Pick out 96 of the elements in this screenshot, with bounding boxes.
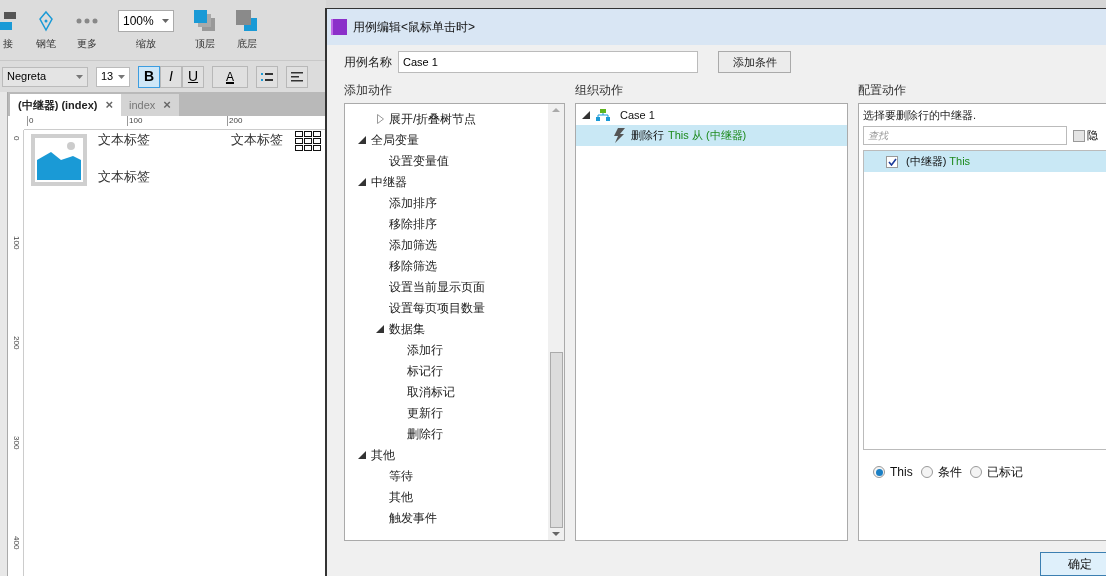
- expanded-triangle-icon[interactable]: [376, 324, 384, 333]
- action-tree-item[interactable]: 触发事件: [389, 508, 437, 527]
- underline-button[interactable]: U: [182, 65, 204, 88]
- action-tree-item[interactable]: 数据集: [389, 319, 425, 338]
- ruler-label: 300: [12, 436, 20, 450]
- action-tree-item[interactable]: 全局变量: [371, 130, 419, 149]
- text-label[interactable]: 文本标签: [98, 130, 150, 150]
- toolbar-label[interactable]: 接: [3, 35, 13, 51]
- toolbar-label[interactable]: 缩放: [136, 35, 156, 51]
- panel-heading: 配置动作: [858, 83, 907, 97]
- toolbar-label[interactable]: 更多: [77, 35, 97, 51]
- radio-button[interactable]: [920, 466, 933, 478]
- case-name-label: 用例名称: [344, 54, 392, 71]
- checkbox-label: 隐: [1087, 128, 1098, 144]
- action-tree-item[interactable]: 设置当前显示页面: [389, 277, 485, 296]
- action-tree-item[interactable]: 标记行: [407, 361, 443, 380]
- action-target: This 从 (中继器): [668, 128, 747, 144]
- toolbar-label[interactable]: 顶层: [195, 35, 215, 51]
- app-logo-icon: [331, 19, 347, 35]
- collapsed-triangle-icon[interactable]: [376, 113, 384, 124]
- action-tree-item[interactable]: 中继器: [371, 172, 407, 191]
- scroll-down-icon[interactable]: [552, 532, 560, 536]
- action-tree-item[interactable]: 删除行: [407, 424, 443, 443]
- more-icon: [76, 16, 98, 25]
- ruler-label: 100: [127, 116, 143, 126]
- zoom-select[interactable]: 100%: [118, 9, 174, 32]
- ruler-label: 200: [12, 336, 20, 350]
- radio-label: 已标记: [986, 464, 1023, 481]
- close-tab-button[interactable]: ×: [105, 95, 114, 115]
- expanded-triangle-icon[interactable]: [358, 450, 366, 459]
- panel-heading: 组织动作: [575, 83, 624, 97]
- italic-button[interactable]: I: [160, 65, 182, 88]
- ruler-label: 0: [12, 136, 20, 141]
- action-tree-item[interactable]: 等待: [389, 466, 413, 485]
- radio-button[interactable]: [969, 466, 982, 478]
- bullet-list-icon[interactable]: [256, 65, 278, 88]
- search-field[interactable]: 查找: [863, 126, 1067, 145]
- text-label[interactable]: 文本标签: [231, 130, 283, 150]
- repeater-target: This: [949, 154, 971, 170]
- align-left-icon[interactable]: [286, 65, 308, 88]
- ok-button[interactable]: 确定: [1040, 552, 1106, 576]
- repeater-row[interactable]: (中继器) This: [864, 151, 1106, 172]
- action-tree-item[interactable]: 添加排序: [389, 193, 437, 212]
- action-tree-item[interactable]: 设置变量值: [389, 151, 449, 170]
- toolbar-label[interactable]: 底层: [237, 35, 257, 51]
- hide-checkbox[interactable]: [1073, 129, 1085, 142]
- action-tree-item[interactable]: 设置每页项目数量: [389, 298, 485, 317]
- radio-label: 条件: [937, 464, 962, 481]
- window-title: 用例编辑<鼠标单击时>: [353, 19, 475, 36]
- expanded-triangle-icon[interactable]: [358, 135, 366, 144]
- case-icon: [596, 109, 610, 121]
- action-label: 删除行: [631, 128, 664, 144]
- font-size-select[interactable]: 13: [96, 66, 130, 87]
- expanded-triangle-icon[interactable]: [358, 177, 366, 186]
- document-tab[interactable]: index ×: [121, 94, 179, 116]
- ruler-label: 100: [12, 236, 20, 250]
- toolbar-label[interactable]: 钢笔: [36, 35, 56, 51]
- document-tab[interactable]: (中继器) (index) ×: [10, 94, 122, 116]
- add-condition-button[interactable]: 添加条件: [718, 51, 791, 73]
- prompt-text: 选择要删除行的中继器.: [863, 108, 978, 123]
- bring-front-icon: [194, 9, 216, 32]
- dropdown-caret-icon[interactable]: [76, 74, 83, 79]
- ruler-label: 400: [12, 536, 20, 550]
- lightning-icon: [614, 128, 625, 143]
- dropdown-caret-icon[interactable]: [118, 74, 125, 79]
- panel-heading: 添加动作: [344, 83, 393, 97]
- action-tree-item[interactable]: 其他: [389, 487, 413, 506]
- radio-button[interactable]: [873, 466, 885, 478]
- send-back-icon: [236, 9, 258, 32]
- ruler-label: 200: [227, 116, 243, 126]
- scrollbar[interactable]: [548, 104, 564, 540]
- action-tree-item[interactable]: 取消标记: [407, 382, 455, 401]
- repeater-icon[interactable]: [295, 131, 321, 151]
- close-tab-button[interactable]: ×: [163, 95, 171, 115]
- ruler-label: 0: [27, 116, 34, 126]
- font-select[interactable]: Negreta: [2, 66, 88, 87]
- action-tree-item[interactable]: 添加筛选: [389, 235, 437, 254]
- action-row[interactable]: 删除行 This 从 (中继器): [576, 125, 847, 146]
- action-tree-item[interactable]: 移除筛选: [389, 256, 437, 275]
- text-color-button[interactable]: A: [212, 65, 248, 88]
- action-tree-item[interactable]: 其他: [371, 445, 395, 464]
- pen-icon: [38, 9, 54, 32]
- bold-button[interactable]: B: [138, 65, 160, 88]
- text-label[interactable]: 文本标签: [98, 167, 150, 187]
- connector-icon: [0, 9, 16, 32]
- action-tree-item[interactable]: 添加行: [407, 340, 443, 359]
- expanded-triangle-icon[interactable]: [582, 111, 590, 119]
- repeater-checkbox[interactable]: [886, 155, 898, 168]
- repeater-name: (中继器): [906, 154, 947, 170]
- case-name-field[interactable]: Case 1: [398, 51, 698, 73]
- dropdown-caret-icon[interactable]: [162, 18, 169, 23]
- action-tree-item[interactable]: 更新行: [407, 403, 443, 422]
- action-tree-item[interactable]: 展开/折叠树节点: [389, 109, 477, 128]
- action-tree-item[interactable]: 移除排序: [389, 214, 437, 233]
- radio-label: This: [890, 464, 913, 481]
- case-item[interactable]: Case 1: [620, 106, 655, 124]
